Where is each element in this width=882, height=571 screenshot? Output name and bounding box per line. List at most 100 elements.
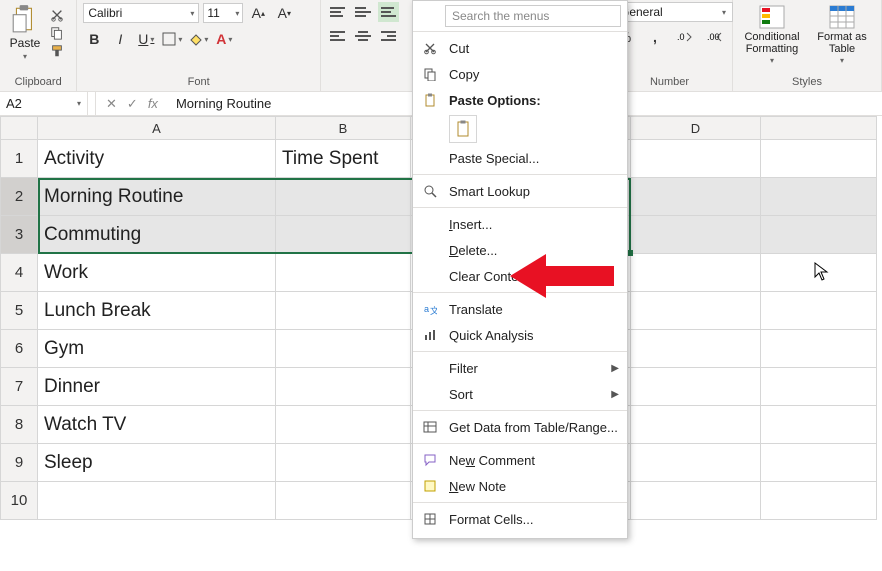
ctx-cut[interactable]: Cut	[413, 35, 627, 61]
conditional-formatting-button[interactable]: Conditional Formatting▾	[739, 2, 805, 65]
font-name-combo[interactable]: Calibri▾	[83, 3, 199, 23]
cell-D8[interactable]	[631, 406, 761, 444]
increase-decimal-icon[interactable]: .0	[674, 26, 696, 48]
context-search-input[interactable]: Search the menus	[445, 5, 621, 27]
italic-button[interactable]: I	[109, 28, 131, 50]
cell-D1[interactable]	[631, 140, 761, 178]
cell-D6[interactable]	[631, 330, 761, 368]
row-header-7[interactable]: 7	[0, 368, 38, 406]
increase-font-icon[interactable]: A▴	[247, 2, 269, 24]
cell-B10[interactable]	[276, 482, 411, 520]
bold-button[interactable]: B	[83, 28, 105, 50]
paste-option-default[interactable]	[449, 115, 477, 143]
fx-icon[interactable]: fx	[148, 96, 158, 112]
cell-A4[interactable]: Work	[38, 254, 276, 292]
cell-E9[interactable]	[761, 444, 877, 482]
cell-D5[interactable]	[631, 292, 761, 330]
cell-B3[interactable]	[276, 216, 411, 254]
row-header-5[interactable]: 5	[0, 292, 38, 330]
cell-B7[interactable]	[276, 368, 411, 406]
align-left-icon[interactable]	[327, 26, 348, 46]
ctx-insert[interactable]: Insert...	[413, 211, 627, 237]
cell-A7[interactable]: Dinner	[38, 368, 276, 406]
align-center-icon[interactable]	[352, 26, 373, 46]
copy-icon[interactable]	[48, 25, 66, 41]
align-top-icon[interactable]	[327, 2, 348, 22]
ctx-filter[interactable]: Filter▶	[413, 355, 627, 381]
col-header-E[interactable]	[761, 116, 877, 140]
cell-B4[interactable]	[276, 254, 411, 292]
cancel-formula-icon[interactable]: ✕	[106, 96, 117, 112]
cell-A10[interactable]	[38, 482, 276, 520]
cut-icon[interactable]	[48, 7, 66, 23]
ctx-translate[interactable]: a文Translate	[413, 296, 627, 322]
cell-B2[interactable]	[276, 178, 411, 216]
cell-E8[interactable]	[761, 406, 877, 444]
row-header-2[interactable]: 2	[0, 178, 38, 216]
font-color-button[interactable]: A▾	[213, 28, 235, 50]
row-header-6[interactable]: 6	[0, 330, 38, 368]
cell-E2[interactable]	[761, 178, 877, 216]
row-header-9[interactable]: 9	[0, 444, 38, 482]
cell-A1[interactable]: Activity	[38, 140, 276, 178]
ctx-get-data[interactable]: Get Data from Table/Range...	[413, 414, 627, 440]
cell-D7[interactable]	[631, 368, 761, 406]
row-header-4[interactable]: 4	[0, 254, 38, 292]
cell-E6[interactable]	[761, 330, 877, 368]
cell-E7[interactable]	[761, 368, 877, 406]
underline-button[interactable]: U▾	[135, 28, 157, 50]
row-header-10[interactable]: 10	[0, 482, 38, 520]
cell-A2[interactable]: Morning Routine	[38, 178, 276, 216]
ctx-smart-lookup[interactable]: Smart Lookup	[413, 178, 627, 204]
number-format-combo[interactable]: General▾	[613, 2, 733, 22]
format-as-table-button[interactable]: Format as Table▾	[809, 2, 875, 65]
cell-E1[interactable]	[761, 140, 877, 178]
cell-E3[interactable]	[761, 216, 877, 254]
cell-B8[interactable]	[276, 406, 411, 444]
fill-color-button[interactable]: ▾	[187, 28, 209, 50]
cell-B6[interactable]	[276, 330, 411, 368]
cell-D9[interactable]	[631, 444, 761, 482]
confirm-formula-icon[interactable]: ✓	[127, 96, 138, 112]
align-middle-icon[interactable]	[352, 2, 373, 22]
cell-B1[interactable]: Time Spent	[276, 140, 411, 178]
cell-B9[interactable]	[276, 444, 411, 482]
cell-D10[interactable]	[631, 482, 761, 520]
row-header-3[interactable]: 3	[0, 216, 38, 254]
border-button[interactable]: ▾	[161, 28, 183, 50]
ctx-format-cells[interactable]: Format Cells...	[413, 506, 627, 532]
ctx-new-comment[interactable]: New Comment	[413, 447, 627, 473]
paste-caret[interactable]: ▾	[23, 52, 27, 61]
cell-D2[interactable]	[631, 178, 761, 216]
cell-A5[interactable]: Lunch Break	[38, 292, 276, 330]
ctx-new-note[interactable]: New Note	[413, 473, 627, 499]
comma-button[interactable]: ,	[644, 26, 666, 48]
cell-A3[interactable]: Commuting	[38, 216, 276, 254]
col-header-B[interactable]: B	[276, 116, 411, 140]
col-header-A[interactable]: A	[38, 116, 276, 140]
cell-A8[interactable]: Watch TV	[38, 406, 276, 444]
font-size-combo[interactable]: 11▾	[203, 3, 243, 23]
name-box[interactable]: A2▾	[0, 92, 88, 115]
ctx-paste-special[interactable]: Paste Special...	[413, 145, 627, 171]
ctx-copy[interactable]: Copy	[413, 61, 627, 87]
cell-A6[interactable]: Gym	[38, 330, 276, 368]
row-header-8[interactable]: 8	[0, 406, 38, 444]
cell-D4[interactable]	[631, 254, 761, 292]
cell-D3[interactable]	[631, 216, 761, 254]
row-header-1[interactable]: 1	[0, 140, 38, 178]
paste-button[interactable]: Paste ▾	[6, 2, 44, 61]
cell-E5[interactable]	[761, 292, 877, 330]
format-painter-icon[interactable]	[48, 43, 66, 59]
decrease-decimal-icon[interactable]: .00	[704, 26, 726, 48]
align-right-icon[interactable]	[378, 26, 399, 46]
cell-B5[interactable]	[276, 292, 411, 330]
select-all-corner[interactable]	[0, 116, 38, 140]
ctx-quick-analysis[interactable]: Quick Analysis	[413, 322, 627, 348]
ctx-sort[interactable]: Sort▶	[413, 381, 627, 407]
align-bottom-icon[interactable]	[378, 2, 399, 22]
decrease-font-icon[interactable]: A▾	[273, 2, 295, 24]
col-header-D[interactable]: D	[631, 116, 761, 140]
cell-E10[interactable]	[761, 482, 877, 520]
cell-A9[interactable]: Sleep	[38, 444, 276, 482]
